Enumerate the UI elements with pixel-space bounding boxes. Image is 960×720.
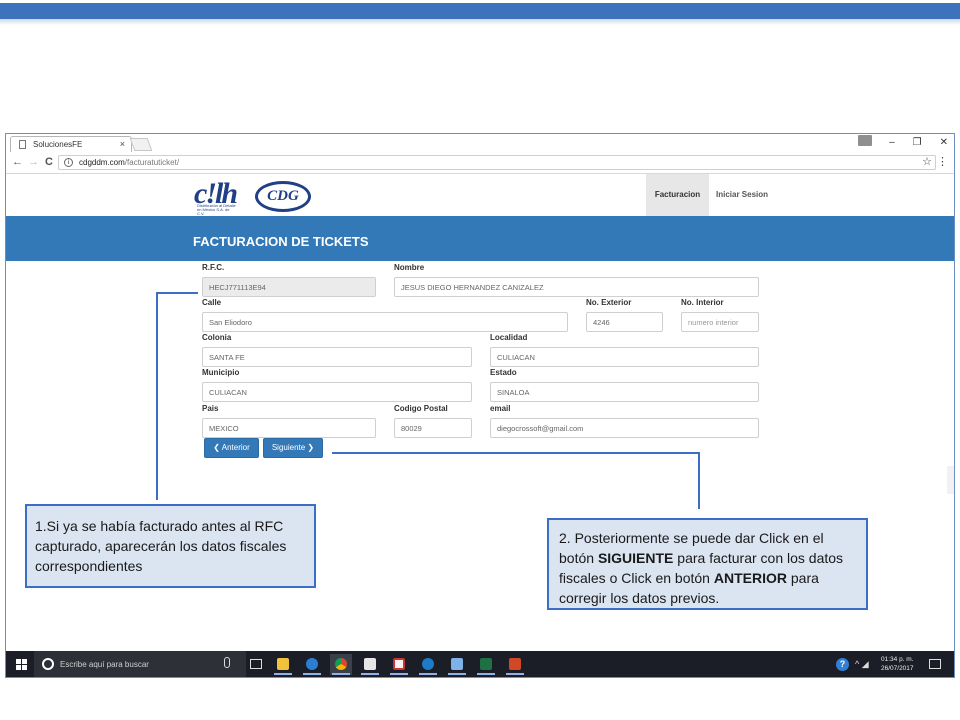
minimize-icon[interactable]: –: [889, 137, 895, 148]
codigo-postal-label: Codigo Postal: [394, 404, 448, 413]
rfc-label: R.F.C.: [202, 263, 225, 272]
calle-field[interactable]: San Eliodoro: [202, 312, 568, 332]
back-icon[interactable]: ←: [12, 156, 23, 168]
scrollbar[interactable]: [947, 466, 954, 494]
microphone-icon[interactable]: [224, 657, 230, 668]
slide-header-bar: [0, 3, 960, 19]
file-explorer-icon[interactable]: [272, 654, 294, 675]
rfc-field[interactable]: HECJ771113E94: [202, 277, 376, 297]
siguiente-button[interactable]: Siguiente ❯: [263, 438, 323, 458]
tab-strip: SolucionesFE × – ❐ ✕: [6, 134, 954, 152]
address-toolbar: ← → C i cdgddm.com/facturatuticket/ ☆ ⋮: [6, 152, 954, 174]
estado-field[interactable]: SINALOA: [490, 382, 759, 402]
taskbar-search[interactable]: Escribe aquí para buscar: [34, 651, 246, 677]
task-view-icon[interactable]: [250, 659, 262, 669]
document-app-icon[interactable]: [388, 654, 410, 675]
notes-app-icon[interactable]: [446, 654, 468, 675]
connector-right-horizontal: [332, 452, 700, 454]
logo-cdg: CDG: [255, 181, 311, 212]
nav-facturacion[interactable]: Facturacion: [646, 174, 709, 216]
document-icon: [19, 140, 26, 149]
callout-right-anterior: ANTERIOR: [713, 570, 787, 586]
page-banner: FACTURACION DE TICKETS: [6, 216, 954, 261]
nav-iniciar-sesion[interactable]: Iniciar Sesion: [716, 174, 768, 216]
colonia-field[interactable]: SANTA FE: [202, 347, 472, 367]
close-window-icon[interactable]: ✕: [940, 137, 948, 148]
localidad-label: Localidad: [490, 333, 528, 342]
no-exterior-field[interactable]: 4246: [586, 312, 663, 332]
notifications-icon[interactable]: [929, 659, 941, 669]
localidad-field[interactable]: CULIACAN: [490, 347, 759, 367]
codigo-postal-field[interactable]: 80029: [394, 418, 472, 438]
logo-subtitle: Distribución al Detalle en México S.A. d…: [197, 203, 236, 216]
restore-icon[interactable]: ❐: [913, 137, 922, 148]
hp-icon[interactable]: [417, 654, 439, 675]
municipio-field[interactable]: CULIACAN: [202, 382, 472, 402]
connector-left-vertical: [156, 292, 158, 500]
pais-label: Pais: [202, 404, 219, 413]
edge-icon[interactable]: [301, 654, 323, 675]
anterior-button[interactable]: ❮ Anterior: [204, 438, 259, 458]
tab-close-icon[interactable]: ×: [120, 139, 125, 149]
windows-taskbar: Escribe aquí para buscar ? ^ ◢ 01:34 p. …: [6, 651, 954, 677]
browser-tab[interactable]: SolucionesFE ×: [10, 136, 132, 152]
help-icon[interactable]: ?: [836, 658, 849, 671]
chrome-icon[interactable]: [330, 654, 352, 675]
pais-field[interactable]: MEXICO: [202, 418, 376, 438]
colonia-label: Colonia: [202, 333, 232, 342]
taskbar-clock[interactable]: 01:34 p. m. 26/07/2017: [881, 655, 914, 673]
cortana-icon: [42, 658, 54, 670]
calle-label: Calle: [202, 298, 222, 307]
no-interior-field[interactable]: numero interior: [681, 312, 759, 332]
reload-icon[interactable]: C: [45, 156, 53, 168]
window-controls: – ❐ ✕: [889, 134, 948, 150]
excel-icon[interactable]: [475, 654, 497, 675]
estado-label: Estado: [490, 368, 517, 377]
url-path: /facturatuticket/: [124, 158, 180, 167]
connector-left-horizontal: [156, 292, 198, 294]
callout-right-siguiente: SIGUIENTE: [597, 550, 674, 566]
browser-menu-icon[interactable]: ⋮: [937, 155, 948, 168]
taskbar-search-placeholder: Escribe aquí para buscar: [60, 660, 149, 669]
clock-time: 01:34 p. m.: [881, 656, 914, 663]
email-field[interactable]: diegocrossoft@gmail.com: [490, 418, 759, 438]
site-info-icon[interactable]: i: [64, 158, 73, 167]
municipio-label: Municipio: [202, 368, 240, 377]
system-tray-icons[interactable]: ^ ◢: [855, 659, 869, 670]
powerpoint-icon[interactable]: [504, 654, 526, 675]
tab-title: SolucionesFE: [33, 140, 83, 149]
url-bar[interactable]: i cdgddm.com/facturatuticket/: [58, 155, 936, 170]
bookmark-star-icon[interactable]: ☆: [922, 155, 932, 168]
email-label: email: [490, 404, 511, 413]
forward-icon[interactable]: →: [28, 156, 39, 168]
nombre-label: Nombre: [394, 263, 425, 272]
mail-icon[interactable]: [359, 654, 381, 675]
windows-start-icon[interactable]: [16, 659, 27, 670]
site-header: c!lh Distribución al Detalle en México S…: [6, 174, 954, 216]
slide-header-shadow: [0, 19, 960, 25]
no-interior-label: No. Interior: [681, 298, 724, 307]
callout-left-text: 1.Si ya se había facturado antes al RFC …: [35, 518, 287, 574]
user-profile-icon[interactable]: [858, 135, 872, 146]
connector-right-vertical: [698, 452, 700, 509]
callout-buttons-note: 2. Posteriormente se puede dar Click en …: [547, 518, 868, 610]
new-tab-button[interactable]: [129, 138, 153, 151]
nombre-field[interactable]: JESUS DIEGO HERNANDEZ CANIZALEZ: [394, 277, 759, 297]
clock-date: 26/07/2017: [881, 665, 914, 672]
page-title: FACTURACION DE TICKETS: [193, 234, 369, 249]
no-exterior-label: No. Exterior: [586, 298, 632, 307]
callout-rfc-note: 1.Si ya se había facturado antes al RFC …: [25, 504, 316, 588]
company-logo[interactable]: c!lh Distribución al Detalle en México S…: [194, 177, 312, 216]
url-host: cdgddm.com: [79, 158, 125, 167]
